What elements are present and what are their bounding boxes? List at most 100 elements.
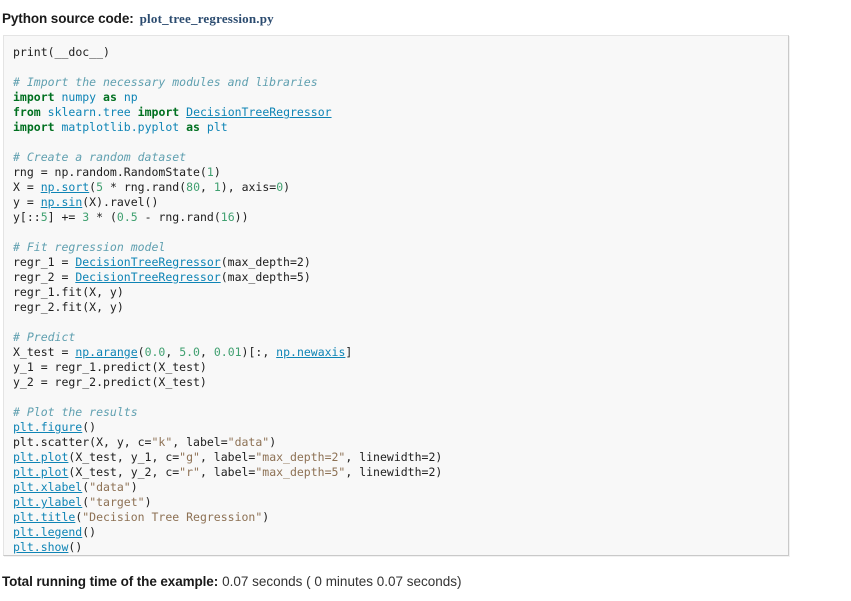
code-api-link[interactable]: DecisionTreeRegressor xyxy=(75,255,220,269)
code-token: * ( xyxy=(89,210,117,224)
code-api-link[interactable]: DecisionTreeRegressor xyxy=(186,105,331,119)
code-token: as xyxy=(103,90,117,104)
code-token: () xyxy=(82,420,97,434)
code-token: ) xyxy=(303,255,311,269)
code-token: "max_depth=5" xyxy=(255,465,346,479)
code-api-link[interactable]: plt.plot xyxy=(13,450,68,464)
code-line: import numpy as np xyxy=(13,90,788,105)
code-line: # Predict xyxy=(13,330,788,345)
code-token: ) xyxy=(435,465,443,479)
code-token: 1 xyxy=(206,165,214,179)
code-token: 5 xyxy=(40,210,48,224)
code-token: regr_1.fit(X, y) xyxy=(13,285,124,299)
code-line: import matplotlib.pyplot as plt xyxy=(13,120,788,135)
code-token: (__doc__) xyxy=(47,45,110,59)
code-line: y = np.sin(X).ravel() xyxy=(13,195,788,210)
code-token: 0.0 xyxy=(144,345,166,359)
code-token: # Plot the results xyxy=(13,405,138,419)
code-token: plt.scatter(X, y, c= xyxy=(13,435,152,449)
code-token: 5 xyxy=(96,180,104,194)
code-token: ) xyxy=(435,450,443,464)
source-code-label: Python source code: xyxy=(2,11,134,26)
code-token: X = xyxy=(13,180,41,194)
code-token: sklearn.tree xyxy=(47,105,131,119)
code-token: "r" xyxy=(179,465,200,479)
code-line: y_2 = regr_2.predict(X_test) xyxy=(13,375,788,390)
code-token: # Predict xyxy=(13,330,76,344)
code-line: plt.scatter(X, y, c="k", label="data") xyxy=(13,435,788,450)
code-api-link[interactable]: np.arange xyxy=(75,345,137,359)
code-line: regr_1 = DecisionTreeRegressor(max_depth… xyxy=(13,255,788,270)
code-token: - rng.rand( xyxy=(137,210,221,224)
code-token: import xyxy=(13,120,55,134)
code-token: # Fit regression model xyxy=(13,240,166,254)
code-token: ) xyxy=(262,510,270,524)
code-token: (X_test, y_2, c= xyxy=(68,465,180,479)
code-line: regr_2.fit(X, y) xyxy=(13,300,788,315)
code-token: matplotlib.pyplot xyxy=(61,120,180,134)
code-token: ) xyxy=(303,270,311,284)
code-line: regr_2 = DecisionTreeRegressor(max_depth… xyxy=(13,270,788,285)
code-token: (max_depth= xyxy=(220,270,297,284)
code-token: import xyxy=(13,90,55,104)
code-token: plt xyxy=(206,120,228,134)
code-token: , linewidth= xyxy=(345,465,429,479)
code-token: "target" xyxy=(89,495,145,509)
code-api-link[interactable]: np.sin xyxy=(41,195,83,209)
code-token: ) xyxy=(130,480,138,494)
running-time-footer: Total running time of the example: 0.07 s… xyxy=(2,574,462,590)
code-api-link[interactable]: DecisionTreeRegressor xyxy=(75,270,220,284)
code-api-link[interactable]: np.sort xyxy=(41,180,89,194)
code-token: )[:, xyxy=(241,345,277,359)
code-token: , label= xyxy=(172,435,228,449)
code-api-link[interactable]: plt.xlabel xyxy=(13,480,82,494)
code-api-link[interactable]: plt.title xyxy=(13,510,75,524)
code-token: "k" xyxy=(151,435,173,449)
code-line: print(__doc__) xyxy=(13,45,788,60)
code-token: () xyxy=(82,525,97,539)
code-line: regr_1.fit(X, y) xyxy=(13,285,788,300)
code-token: ] += xyxy=(47,210,83,224)
code-token: regr_2 = xyxy=(13,270,76,284)
code-api-link[interactable]: np.newaxis xyxy=(276,345,345,359)
code-token: 16 xyxy=(220,210,235,224)
code-token: ) xyxy=(213,165,221,179)
code-token: X_test = xyxy=(13,345,76,359)
source-file-download-link[interactable]: plot_tree_regression.py xyxy=(140,11,274,26)
code-api-link[interactable]: plt.legend xyxy=(13,525,82,539)
code-api-link[interactable]: plt.figure xyxy=(13,420,82,434)
code-line: # Create a random dataset xyxy=(13,150,788,165)
code-api-link[interactable]: plt.ylabel xyxy=(13,495,82,509)
code-token: , label= xyxy=(199,465,256,479)
code-token: "data" xyxy=(227,435,270,449)
code-token: np xyxy=(123,90,138,104)
code-token: 1 xyxy=(213,180,221,194)
code-token: ) xyxy=(283,180,291,194)
code-token: "max_depth=2" xyxy=(255,450,346,464)
code-line: # Import the necessary modules and libra… xyxy=(13,75,788,90)
code-token: (max_depth= xyxy=(220,255,297,269)
code-token: 0.5 xyxy=(116,210,138,224)
running-time-label: Total running time of the example: xyxy=(2,574,219,589)
code-token: # Create a random dataset xyxy=(13,150,187,164)
code-token: as xyxy=(186,120,200,134)
code-line: # Plot the results xyxy=(13,405,788,420)
code-token: * rng.rand( xyxy=(103,180,187,194)
code-token: "data" xyxy=(89,480,131,494)
code-token: rng = np.random.RandomState( xyxy=(13,165,207,179)
code-token: ), axis= xyxy=(220,180,277,194)
code-line: y[::5] += 3 * (0.5 - rng.rand(16)) xyxy=(13,210,788,225)
source-code-header: Python source code: plot_tree_regression.… xyxy=(2,11,274,27)
code-line: y_1 = regr_1.predict(X_test) xyxy=(13,360,788,375)
code-api-link[interactable]: plt.show xyxy=(13,540,68,554)
code-line: plt.plot(X_test, y_2, c="r", label="max_… xyxy=(13,465,788,480)
code-token: regr_2.fit(X, y) xyxy=(13,300,124,314)
code-line: plt.xlabel("data") xyxy=(13,480,788,495)
code-token: (X).ravel() xyxy=(82,195,159,209)
code-line: X_test = np.arange(0.0, 5.0, 0.01)[:, np… xyxy=(13,345,788,360)
code-token: 2 xyxy=(296,255,304,269)
code-api-link[interactable]: plt.plot xyxy=(13,465,68,479)
